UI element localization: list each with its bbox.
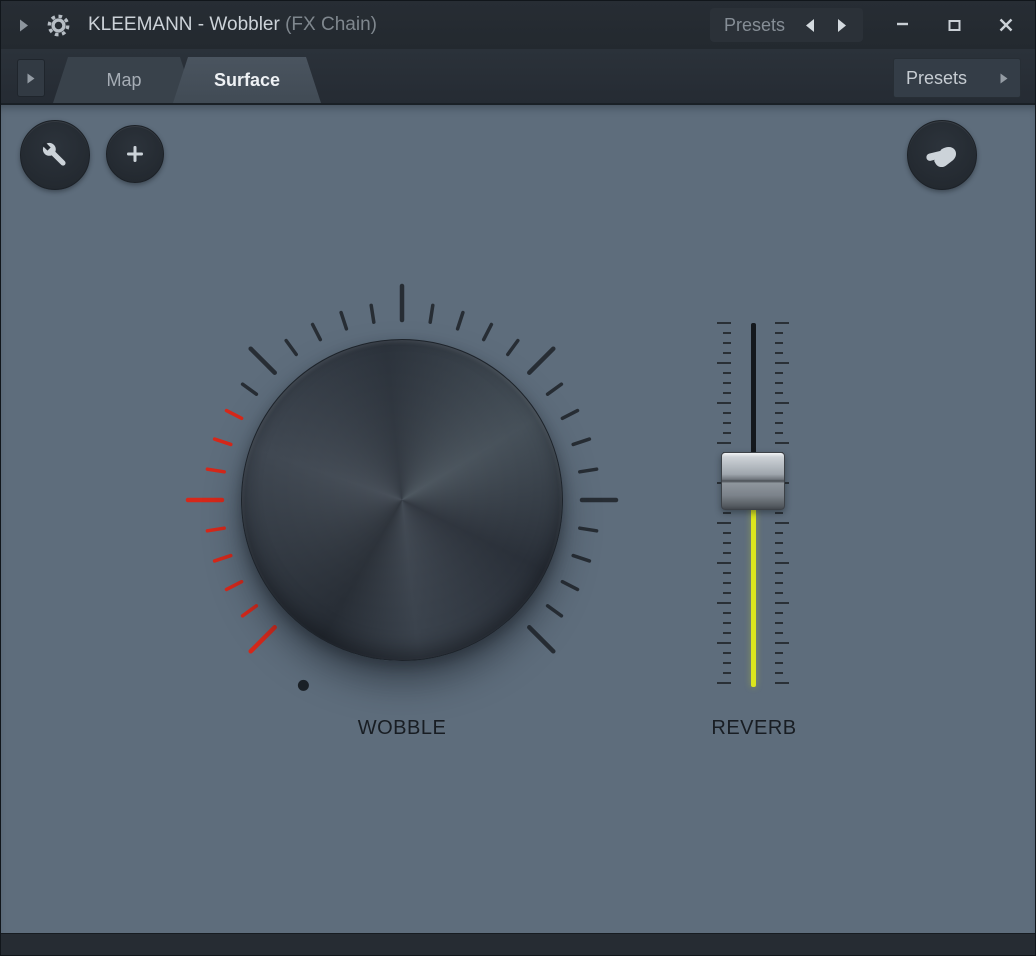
- gear-icon[interactable]: [45, 12, 72, 39]
- reverb-slider-handle[interactable]: [721, 452, 785, 510]
- titlebar-presets-group: Presets: [710, 8, 863, 42]
- window-title-suffix: (FX Chain): [285, 14, 377, 35]
- add-control-button[interactable]: [106, 125, 164, 183]
- arrow-left-icon: [805, 18, 815, 33]
- presets-button-label: Presets: [906, 68, 967, 89]
- close-button[interactable]: [993, 12, 1019, 38]
- reverb-slider-fill: [751, 503, 756, 687]
- tab-surface-label: Surface: [214, 70, 280, 91]
- minimize-button[interactable]: [889, 12, 915, 38]
- chevron-right-icon: [1000, 73, 1008, 84]
- hand-icon: [923, 136, 961, 174]
- maximize-button[interactable]: [941, 12, 967, 38]
- arrow-right-icon: [837, 18, 847, 33]
- plus-icon: [125, 144, 145, 164]
- tabbar: Map Surface Presets: [1, 49, 1035, 105]
- window-title: KLEEMANN - Wobbler (FX Chain): [88, 14, 377, 36]
- close-icon: [998, 17, 1014, 33]
- tab-surface[interactable]: Surface: [173, 57, 321, 103]
- surface-settings-button[interactable]: [20, 120, 90, 190]
- control-surface: WOBBLE REVERB: [1, 105, 1035, 933]
- tab-scroll-button[interactable]: [17, 59, 45, 97]
- edit-mode-button[interactable]: [907, 120, 977, 190]
- plugin-menu-arrow-icon[interactable]: [19, 19, 29, 32]
- tab-map-label: Map: [106, 70, 141, 91]
- wrench-icon: [37, 137, 73, 173]
- presets-label: Presets: [724, 15, 785, 36]
- bottom-status-strip: [1, 933, 1035, 955]
- wobble-knob-label: WOBBLE: [242, 717, 562, 740]
- tab-map[interactable]: Map: [53, 57, 195, 103]
- preset-next-button[interactable]: [835, 16, 849, 35]
- minimize-icon: [895, 18, 910, 33]
- presets-button[interactable]: Presets: [893, 58, 1021, 98]
- plugin-window: KLEEMANN - Wobbler (FX Chain) Presets: [0, 0, 1036, 956]
- titlebar: KLEEMANN - Wobbler (FX Chain) Presets: [1, 1, 1035, 49]
- wobble-knob[interactable]: [241, 339, 563, 661]
- preset-previous-button[interactable]: [803, 16, 817, 35]
- reverb-slider-label: REVERB: [694, 717, 814, 740]
- chevron-right-icon: [27, 73, 35, 84]
- maximize-icon: [947, 18, 962, 33]
